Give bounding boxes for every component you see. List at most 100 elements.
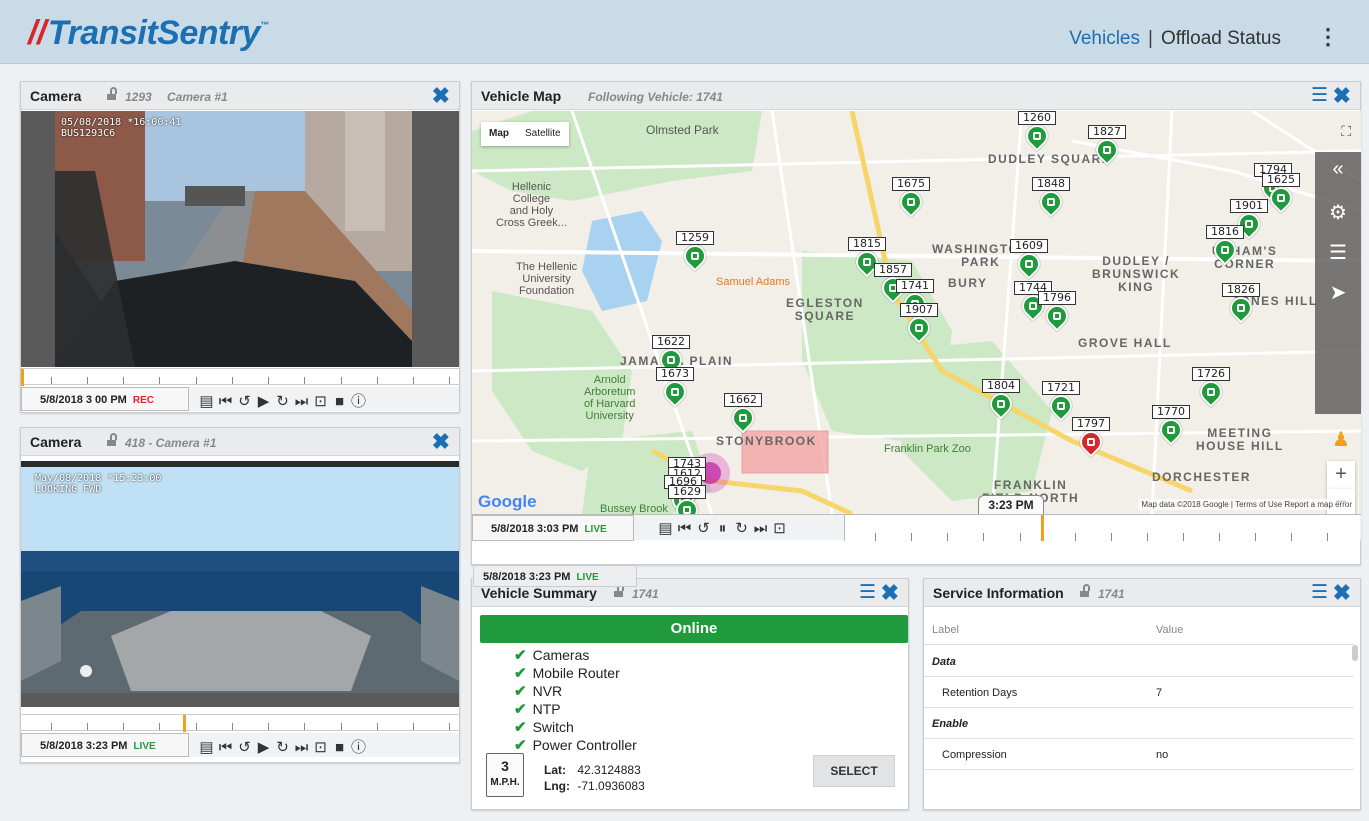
kebab-icon[interactable]: ⋮ bbox=[1317, 24, 1339, 50]
skip-forward-icon[interactable]: ⏭ bbox=[751, 520, 770, 537]
info-icon[interactable]: ⓘ bbox=[349, 736, 368, 757]
vehicle-pin[interactable]: 1629 bbox=[668, 485, 716, 514]
lock-open-icon[interactable] bbox=[614, 584, 625, 597]
zoom-in-icon[interactable]: + bbox=[1327, 461, 1355, 489]
forward-icon[interactable]: ↻ bbox=[273, 738, 292, 756]
camera-video-1[interactable]: 05/08/2018 *16:00:41 BUS1293C6 bbox=[21, 111, 459, 367]
table-group-row: Data bbox=[924, 646, 1354, 677]
poi-label: Arnold Arboretum of Harvard University bbox=[584, 374, 636, 422]
vehicle-pin[interactable]: 1662 bbox=[724, 393, 772, 439]
clip-icon[interactable]: ⊡ bbox=[311, 392, 330, 410]
check-icon: ✔ bbox=[514, 647, 527, 664]
vehicle-pin[interactable]: 1260 bbox=[1018, 111, 1066, 157]
vehicle-pin[interactable]: 1675 bbox=[892, 177, 940, 223]
map-timeline[interactable] bbox=[844, 515, 1360, 541]
video-camera-icon[interactable]: ■ bbox=[330, 739, 349, 756]
forward-icon[interactable]: ↻ bbox=[732, 519, 751, 537]
close-icon[interactable]: ✖ bbox=[432, 84, 450, 108]
camera-timeline[interactable] bbox=[21, 714, 459, 732]
lock-open-icon[interactable] bbox=[1080, 584, 1091, 597]
timeline-tooltip: 5/8/2018 3:23 PM LIVE bbox=[473, 565, 637, 587]
column-header-label: Label bbox=[932, 624, 959, 636]
menu-icon[interactable]: ☰ bbox=[859, 583, 876, 603]
calendar-icon[interactable]: ▤ bbox=[197, 392, 216, 410]
play-icon[interactable]: ▶ bbox=[254, 738, 273, 756]
select-button[interactable]: SELECT bbox=[813, 755, 895, 787]
google-logo: Google bbox=[478, 492, 537, 511]
navigate-icon[interactable]: ➤ bbox=[1315, 280, 1361, 305]
close-icon[interactable]: ✖ bbox=[881, 581, 899, 605]
area-label: GROVE HALL bbox=[1078, 336, 1172, 350]
lock-open-icon[interactable] bbox=[107, 433, 118, 446]
vehicle-pin[interactable]: 1796 bbox=[1038, 291, 1086, 337]
pause-icon[interactable]: ⏸ bbox=[713, 520, 732, 537]
check-item: ✔ Power Controller bbox=[514, 737, 637, 754]
close-icon[interactable]: ✖ bbox=[1333, 84, 1351, 108]
pegman-icon[interactable]: ♟ bbox=[1327, 427, 1355, 455]
area-label: DORCHESTER bbox=[1152, 470, 1252, 484]
rec-status: REC bbox=[132, 395, 154, 406]
map-type-satellite[interactable]: Satellite bbox=[517, 122, 569, 146]
close-icon[interactable]: ✖ bbox=[1333, 581, 1351, 605]
table-header: Label Value bbox=[924, 614, 1354, 645]
table-row[interactable]: Retention Days 7 bbox=[924, 677, 1354, 708]
vehicle-pin[interactable]: 1797 bbox=[1072, 417, 1120, 463]
skip-forward-icon[interactable]: ⏭ bbox=[292, 393, 311, 410]
list-icon[interactable]: ☰ bbox=[1315, 240, 1361, 265]
video-camera-icon[interactable]: ■ bbox=[330, 393, 349, 410]
camera-timeline[interactable] bbox=[21, 368, 459, 386]
speed-value: 3 bbox=[501, 758, 509, 774]
skip-back-icon[interactable]: ⏮ bbox=[675, 520, 694, 537]
camera-frame-2 bbox=[21, 461, 459, 707]
vehicle-pin[interactable]: 1907 bbox=[900, 303, 948, 349]
poi-label: Bussey Brook Meadow bbox=[600, 503, 668, 514]
vehicle-id: 1741 bbox=[632, 587, 659, 601]
table-row[interactable]: Compression no bbox=[924, 739, 1354, 770]
nav-vehicles[interactable]: Vehicles bbox=[1069, 28, 1140, 49]
play-icon[interactable]: ▶ bbox=[254, 392, 273, 410]
calendar-icon[interactable]: ▤ bbox=[656, 519, 675, 537]
area-label: DUDLEY / BRUNSWICK KING bbox=[1092, 254, 1181, 294]
collapse-icon[interactable]: « bbox=[1315, 158, 1361, 181]
app-logo[interactable]: //TransitSentry™ bbox=[28, 14, 269, 53]
vehicle-pin[interactable]: 1609 bbox=[1010, 239, 1058, 285]
vehicle-pin[interactable]: 1816 bbox=[1206, 225, 1254, 271]
skip-back-icon[interactable]: ⏮ bbox=[216, 739, 235, 756]
rewind-icon[interactable]: ↺ bbox=[235, 738, 254, 756]
map-type-map[interactable]: Map bbox=[481, 122, 517, 146]
rewind-icon[interactable]: ↺ bbox=[235, 392, 254, 410]
vehicle-pin[interactable]: 1804 bbox=[982, 379, 1030, 425]
calendar-icon[interactable]: ▤ bbox=[197, 738, 216, 756]
camera-panel-1: Camera 1293 Camera #1 ✖ 05/08/2018 *16:0… bbox=[20, 81, 460, 413]
rewind-icon[interactable]: ↺ bbox=[694, 519, 713, 537]
poi-label: Samuel Adams bbox=[716, 276, 790, 288]
clip-icon[interactable]: ⊡ bbox=[770, 519, 789, 537]
fullscreen-icon[interactable]: ⛶ bbox=[1341, 123, 1351, 140]
skip-forward-icon[interactable]: ⏭ bbox=[292, 739, 311, 756]
clip-icon[interactable]: ⊡ bbox=[311, 738, 330, 756]
close-icon[interactable]: ✖ bbox=[432, 430, 450, 454]
area-label: EGLESTON SQUARE bbox=[786, 296, 864, 323]
vehicle-summary-panel: Vehicle Summary 1741 ☰ ✖ Online ✔ Cameras… bbox=[471, 578, 909, 810]
info-icon[interactable]: ⓘ bbox=[349, 390, 368, 411]
gear-icon[interactable]: ⚙ bbox=[1315, 200, 1361, 225]
map-canvas[interactable]: DUDLEY SQUARE WASHINGTON PARK BURY DUDLE… bbox=[472, 111, 1361, 514]
forward-icon[interactable]: ↻ bbox=[273, 392, 292, 410]
map-side-toolbar: « ⚙ ☰ ➤ bbox=[1315, 152, 1361, 414]
vehicle-pin[interactable]: 1673 bbox=[656, 367, 704, 413]
vehicle-pin[interactable]: 1826 bbox=[1222, 283, 1270, 329]
scrollbar[interactable] bbox=[1352, 645, 1358, 661]
vehicle-pin[interactable]: 1770 bbox=[1152, 405, 1200, 451]
menu-icon[interactable]: ☰ bbox=[1311, 583, 1328, 603]
lock-open-icon[interactable] bbox=[107, 87, 118, 100]
nav-offload-status[interactable]: Offload Status bbox=[1161, 28, 1281, 49]
vehicle-pin[interactable]: 1848 bbox=[1032, 177, 1080, 223]
camera-video-2[interactable]: May/08/2018 *15:23:00 LOOKING FWD bbox=[21, 461, 459, 707]
nav-separator: | bbox=[1148, 28, 1153, 49]
menu-icon[interactable]: ☰ bbox=[1311, 86, 1328, 106]
vehicle-pin[interactable]: 1259 bbox=[676, 231, 724, 277]
vehicle-pin[interactable]: 1827 bbox=[1088, 125, 1136, 171]
skip-back-icon[interactable]: ⏮ bbox=[216, 393, 235, 410]
map-attribution[interactable]: Map data ©2018 Google | Terms of Use Rep… bbox=[1138, 499, 1355, 510]
longitude: Lng: -71.0936083 bbox=[544, 779, 645, 793]
